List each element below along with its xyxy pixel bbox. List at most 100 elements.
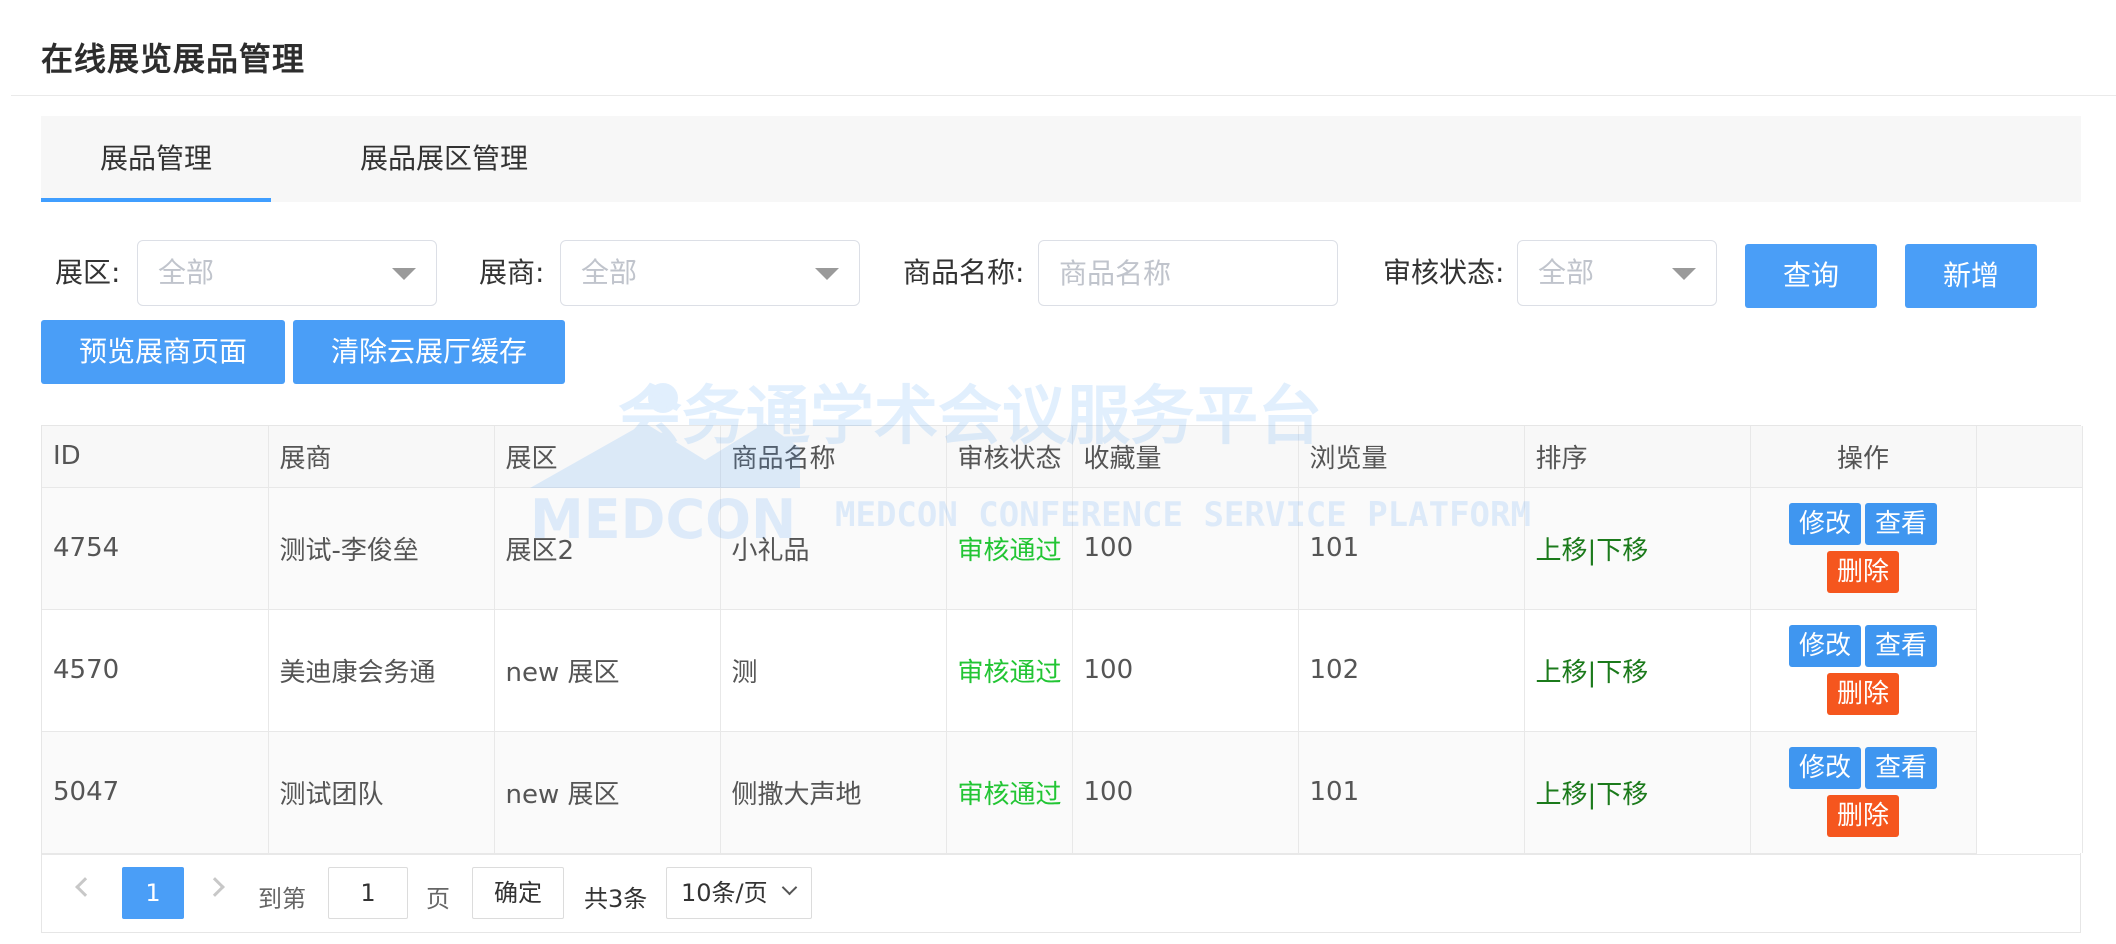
cell-exhibitor: 美迪康会务通 <box>268 609 495 732</box>
view-button[interactable]: 查看 <box>1865 503 1938 545</box>
cell-zone: 展区2 <box>494 487 721 610</box>
column-header-sort: 排序 <box>1524 426 1751 488</box>
edit-button[interactable]: 修改 <box>1788 747 1861 789</box>
confirm-button[interactable]: 确定 <box>472 867 564 919</box>
cell-product: 小礼品 <box>720 487 947 610</box>
cell-views: 101 <box>1298 487 1525 610</box>
cell-views: 102 <box>1298 609 1525 732</box>
chevron-down-icon <box>781 879 798 896</box>
caret-down-icon <box>392 268 416 280</box>
cell-id: 4570 <box>42 609 269 732</box>
cell-exhibitor: 测试-李俊垒 <box>268 487 495 610</box>
add-button[interactable]: 新增 <box>1905 244 2037 308</box>
status-label: 审核状态: <box>1383 256 1505 289</box>
filter-bar: 展区: 全部 展商: 全部 商品名称: 审核状态: 全部 查询 新增 预览展商页… <box>41 240 2101 400</box>
edit-button[interactable]: 修改 <box>1788 625 1861 667</box>
cell-favorites: 100 <box>1072 731 1299 854</box>
page-number-current[interactable]: 1 <box>122 867 184 919</box>
sort-separator: | <box>1587 779 1597 810</box>
total-count: 共3条 <box>584 885 648 913</box>
cell-actions: 修改 查看 删除 <box>1750 731 1977 854</box>
status-select-value: 全部 <box>1538 256 1595 289</box>
caret-down-icon <box>1672 268 1696 280</box>
delete-button[interactable]: 删除 <box>1826 551 1899 593</box>
column-header-product: 商品名称 <box>720 426 947 488</box>
move-down-link[interactable]: 下移 <box>1596 658 1648 688</box>
delete-button[interactable]: 删除 <box>1826 673 1899 715</box>
tab-exhibit-zone-management[interactable]: 展品展区管理 <box>299 116 589 202</box>
zone-select[interactable]: 全部 <box>137 240 437 306</box>
view-button[interactable]: 查看 <box>1865 747 1938 789</box>
preview-exhibitor-page-button[interactable]: 预览展商页面 <box>41 320 285 384</box>
cell-filler <box>1976 609 2083 731</box>
exhibitor-label: 展商: <box>479 256 545 289</box>
cell-filler <box>1976 731 2083 853</box>
column-header-views: 浏览量 <box>1298 426 1525 488</box>
cell-zone: new 展区 <box>494 731 721 854</box>
product-name-label: 商品名称: <box>903 256 1025 289</box>
table-row: 4754 测试-李俊垒 展区2 小礼品 审核通过 100 101 上移|下移 修… <box>42 487 2083 610</box>
column-header-actions: 操作 <box>1750 426 1977 488</box>
sort-separator: | <box>1587 657 1597 688</box>
page-size-select[interactable]: 10条/页 <box>666 867 812 919</box>
exhibits-table: ID 展商 展区 商品名称 审核状态 收藏量 浏览量 排序 操作 4754 测试… <box>41 425 2083 933</box>
product-name-input-box[interactable] <box>1038 240 1338 306</box>
cell-status: 审核通过 <box>946 487 1073 610</box>
move-up-link[interactable]: 上移 <box>1536 536 1588 566</box>
page-title: 在线展览展品管理 <box>41 40 306 78</box>
cell-filler <box>1976 487 2083 609</box>
move-down-link[interactable]: 下移 <box>1596 780 1648 810</box>
exhibitor-select-value: 全部 <box>581 256 638 289</box>
edit-button[interactable]: 修改 <box>1788 503 1861 545</box>
cell-exhibitor: 测试团队 <box>268 731 495 854</box>
cell-id: 5047 <box>42 731 269 854</box>
move-up-link[interactable]: 上移 <box>1536 780 1588 810</box>
column-header-exhibitor: 展商 <box>268 426 495 488</box>
delete-button[interactable]: 删除 <box>1826 795 1899 837</box>
sort-separator: | <box>1587 535 1597 566</box>
cell-actions: 修改 查看 删除 <box>1750 487 1977 610</box>
move-up-link[interactable]: 上移 <box>1536 658 1588 688</box>
chevron-left-icon[interactable] <box>75 877 95 897</box>
column-header-status: 审核状态 <box>946 426 1073 488</box>
cell-favorites: 100 <box>1072 487 1299 610</box>
column-header-filler <box>1976 426 2083 488</box>
column-header-id: ID <box>42 426 269 488</box>
table-row: 5047 测试团队 new 展区 侧撒大声地 审核通过 100 101 上移|下… <box>42 731 2083 854</box>
clear-cloud-hall-cache-button[interactable]: 清除云展厅缓存 <box>293 320 565 384</box>
cell-sort: 上移|下移 <box>1524 731 1751 854</box>
goto-label: 到第 <box>258 885 306 913</box>
cell-status: 审核通过 <box>946 609 1073 732</box>
tab-exhibit-management[interactable]: 展品管理 <box>41 116 271 202</box>
zone-select-value: 全部 <box>158 256 215 289</box>
caret-down-icon <box>815 268 839 280</box>
cell-actions: 修改 查看 删除 <box>1750 609 1977 732</box>
cell-id: 4754 <box>42 487 269 610</box>
table-row: 4570 美迪康会务通 new 展区 测 审核通过 100 102 上移|下移 … <box>42 609 2083 732</box>
page-unit-label: 页 <box>426 885 450 913</box>
pagination: 1 到第 页 确定 共3条 10条/页 <box>42 854 2080 932</box>
exhibitor-select[interactable]: 全部 <box>560 240 860 306</box>
zone-label: 展区: <box>55 256 121 289</box>
cell-status: 审核通过 <box>946 731 1073 854</box>
product-name-input[interactable] <box>1039 241 1337 305</box>
cell-sort: 上移|下移 <box>1524 609 1751 732</box>
column-header-favorites: 收藏量 <box>1072 426 1299 488</box>
cell-product: 侧撒大声地 <box>720 731 947 854</box>
table-header-row: ID 展商 展区 商品名称 审核状态 收藏量 浏览量 排序 操作 <box>42 426 2083 488</box>
goto-page-input[interactable] <box>329 868 407 918</box>
goto-page-box[interactable] <box>328 867 408 919</box>
cell-favorites: 100 <box>1072 609 1299 732</box>
page-header: 在线展览展品管理 <box>11 0 2116 96</box>
query-button[interactable]: 查询 <box>1745 244 1877 308</box>
cell-sort: 上移|下移 <box>1524 487 1751 610</box>
page-size-value: 10条/页 <box>681 879 768 907</box>
cell-product: 测 <box>720 609 947 732</box>
move-down-link[interactable]: 下移 <box>1596 536 1648 566</box>
view-button[interactable]: 查看 <box>1865 625 1938 667</box>
chevron-right-icon[interactable] <box>205 877 225 897</box>
status-select[interactable]: 全部 <box>1517 240 1717 306</box>
tab-bar: 展品管理 展品展区管理 <box>41 116 2081 202</box>
cell-views: 101 <box>1298 731 1525 854</box>
cell-zone: new 展区 <box>494 609 721 732</box>
